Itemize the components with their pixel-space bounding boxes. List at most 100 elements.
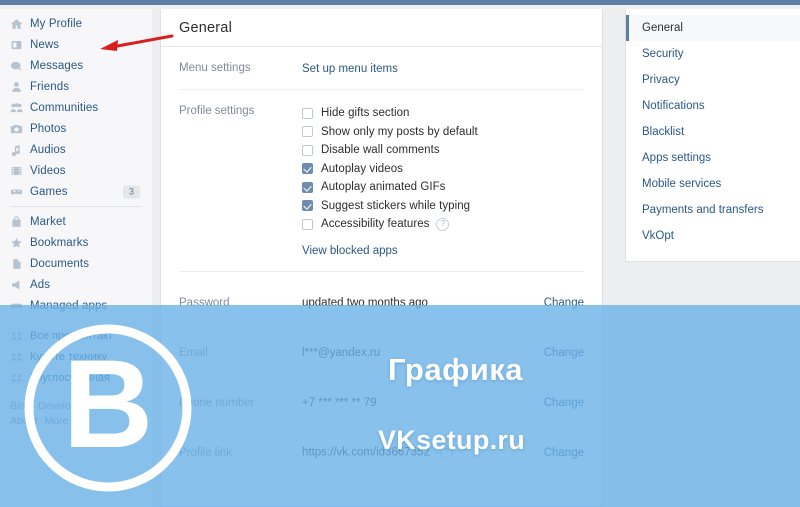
checkbox-row-autoplay-gifs[interactable]: Autoplay animated GIFs (302, 178, 602, 197)
photos-icon (10, 122, 23, 135)
sidebar-badge-games: 3 (123, 185, 140, 198)
sidebar-group-item-3[interactable]: Круглосуточная (0, 367, 152, 388)
nav-item-privacy[interactable]: Privacy (626, 67, 800, 93)
checkbox-label: Suggest stickers while typing (321, 199, 471, 212)
nav-item-vkopt[interactable]: VkOpt (626, 223, 800, 249)
nav-item-security[interactable]: Security (626, 41, 800, 67)
row-label: Email (179, 346, 208, 359)
sidebar-item-messages[interactable]: Messages (0, 55, 152, 76)
footer-link-more[interactable]: More (44, 415, 68, 427)
sidebar-divider (10, 206, 142, 207)
nav-item-blacklist[interactable]: Blacklist (626, 119, 800, 145)
ads-icon (10, 278, 23, 291)
left-sidebar: My Profile News Messages Friends Communi… (0, 9, 152, 507)
change-phone-link[interactable]: Change (526, 397, 584, 409)
nav-item-mobile-services[interactable]: Mobile services (626, 171, 800, 197)
sidebar-item-label: Market (30, 215, 66, 228)
checkbox-label: Hide gifts section (321, 107, 410, 120)
row-label: Password (179, 296, 230, 309)
nav-item-payments-and-transfers[interactable]: Payments and transfers (626, 197, 800, 223)
sidebar-item-bookmarks[interactable]: Bookmarks (0, 232, 152, 253)
checkbox-label: Accessibility features (321, 218, 430, 231)
nav-item-general[interactable]: General (626, 15, 800, 41)
row-value: +7 *** *** ** 79 (302, 396, 377, 409)
sidebar-item-games[interactable]: Games 3 (0, 181, 152, 202)
checkbox-row-show-only-my-posts[interactable]: Show only my posts by default (302, 123, 602, 142)
checkbox-row-disable-wall-comments[interactable]: Disable wall comments (302, 141, 602, 160)
nav-item-notifications[interactable]: Notifications (626, 93, 800, 119)
games-icon (10, 185, 23, 198)
view-blocked-apps-link[interactable]: View blocked apps (302, 245, 398, 257)
communities-icon (11, 330, 22, 341)
nav-item-apps-settings[interactable]: Apps settings (626, 145, 800, 171)
menu-settings-label: Menu settings (179, 62, 251, 74)
sidebar-item-managed-apps[interactable]: Managed apps (0, 295, 152, 316)
checkbox-accessibility[interactable] (302, 218, 313, 230)
sidebar-group-label: Все про Контакт (30, 329, 113, 342)
profile-settings-checkbox-list: Hide gifts section Show only my posts by… (302, 104, 602, 257)
sidebar-item-audios[interactable]: Audios (0, 139, 152, 160)
checkbox-label: Disable wall comments (321, 144, 440, 157)
sidebar-item-friends[interactable]: Friends (0, 76, 152, 97)
documents-icon (10, 257, 23, 270)
checkbox-label: Autoplay animated GIFs (321, 181, 446, 194)
row-value: https://vk.com/id3667352 (302, 446, 430, 459)
sidebar-item-label: Photos (30, 122, 67, 135)
sidebar-item-my-profile[interactable]: My Profile (0, 13, 152, 34)
videos-icon (10, 164, 23, 177)
checkbox-label: Autoplay videos (321, 162, 403, 175)
sidebar-item-photos[interactable]: Photos (0, 118, 152, 139)
help-icon[interactable]: ? (440, 446, 454, 459)
help-icon[interactable]: ? (436, 217, 450, 231)
main-settings-panel: General Menu settings Set up menu items … (160, 9, 603, 507)
nav-item-label: General (642, 22, 683, 34)
profile-settings-row: Profile settings Hide gifts section Show… (161, 90, 602, 271)
checkbox-hide-gifts[interactable] (302, 107, 313, 119)
messages-icon (10, 59, 23, 72)
page-title: General (179, 19, 232, 36)
change-profile-link[interactable]: Change (526, 447, 584, 459)
sidebar-item-videos[interactable]: Videos (0, 160, 152, 181)
set-up-menu-items-link[interactable]: Set up menu items (302, 63, 398, 75)
nav-item-label: Mobile services (642, 178, 722, 190)
checkbox-autoplay-gifs[interactable] (302, 181, 313, 193)
blocked-apps-wrap: View blocked apps (302, 243, 602, 257)
sidebar-item-label: Ads (30, 278, 51, 291)
table-row: Password updated two months ago Change (161, 278, 602, 328)
sidebar-item-news[interactable]: News (0, 34, 152, 55)
sidebar-item-label: Games (30, 185, 68, 198)
nav-item-label: Privacy (642, 74, 680, 86)
change-password-link[interactable]: Change (526, 297, 584, 309)
checkbox-label: Show only my posts by default (321, 125, 478, 138)
home-icon (10, 17, 23, 30)
news-icon (10, 38, 23, 51)
nav-item-label: Notifications (642, 100, 705, 112)
sidebar-item-label: Bookmarks (30, 236, 89, 249)
sidebar-group-item-1[interactable]: Все про Контакт (0, 325, 152, 346)
checkbox-row-autoplay-videos[interactable]: Autoplay videos (302, 160, 602, 179)
nav-item-label: Blacklist (642, 126, 685, 138)
nav-item-label: Security (642, 48, 684, 60)
nav-item-label: Apps settings (642, 152, 712, 164)
sidebar-item-market[interactable]: Market (0, 211, 152, 232)
row-label: Profile link (179, 446, 233, 459)
checkbox-row-hide-gifts[interactable]: Hide gifts section (302, 104, 602, 123)
checkbox-disable-wall-comments[interactable] (302, 144, 313, 156)
sidebar-nav-primary: My Profile News Messages Friends Communi… (0, 9, 152, 428)
account-settings-table: Password updated two months ago Change E… (161, 272, 602, 478)
footer-link-blog[interactable]: Blog (10, 400, 31, 412)
footer-link-developers[interactable]: Developers (38, 400, 91, 412)
checkbox-row-suggest-stickers[interactable]: Suggest stickers while typing (302, 197, 602, 216)
sidebar-item-communities[interactable]: Communities (0, 97, 152, 118)
sidebar-item-ads[interactable]: Ads (0, 274, 152, 295)
sidebar-item-documents[interactable]: Documents (0, 253, 152, 274)
change-email-link[interactable]: Change (526, 347, 584, 359)
sidebar-item-label: Friends (30, 80, 70, 93)
table-row: Profile link https://vk.com/id3667352 ? … (161, 428, 602, 478)
checkbox-row-accessibility[interactable]: Accessibility features ? (302, 215, 602, 234)
footer-link-about[interactable]: About (10, 415, 37, 427)
checkbox-suggest-stickers[interactable] (302, 200, 313, 212)
sidebar-group-item-2[interactable]: Купите технику (0, 346, 152, 367)
checkbox-show-only-my-posts[interactable] (302, 126, 313, 138)
checkbox-autoplay-videos[interactable] (302, 163, 313, 175)
